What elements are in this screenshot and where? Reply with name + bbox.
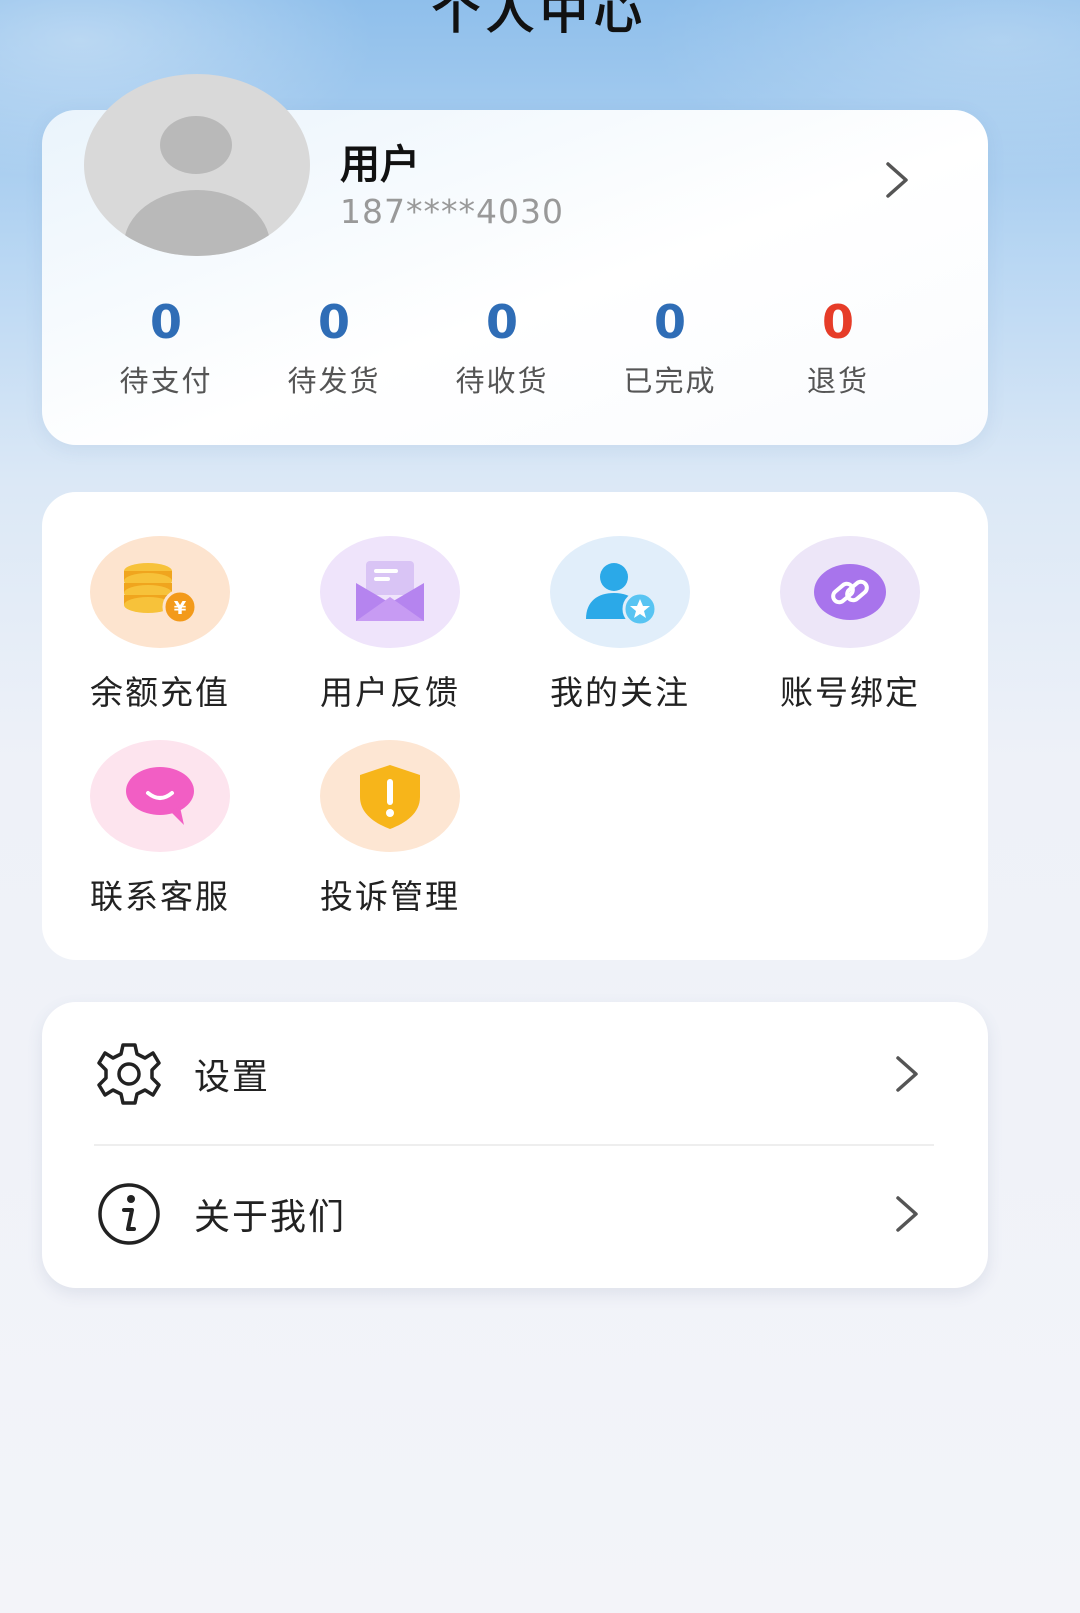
chevron-right-icon — [896, 1196, 918, 1232]
service-account-binding[interactable]: 账号绑定 — [770, 536, 930, 714]
link-icon — [780, 536, 920, 648]
stat-label: 待支付 — [119, 364, 213, 398]
stat-label: 待发货 — [287, 364, 381, 398]
service-label: 用户反馈 — [320, 673, 460, 712]
menu-item-label: 设置 — [194, 1057, 271, 1098]
stat-value: 0 — [821, 295, 854, 349]
stat-value: 0 — [149, 295, 182, 349]
page-title: 个人中心 — [431, 0, 648, 40]
service-following[interactable]: 我的关注 — [540, 536, 700, 714]
menu-divider — [94, 1144, 934, 1146]
svg-text:¥: ¥ — [174, 598, 187, 619]
service-customer-support[interactable]: 联系客服 — [80, 740, 240, 918]
chat-bubble-icon — [90, 740, 230, 852]
stat-pending-payment[interactable]: 0 待支付 — [82, 294, 250, 400]
menu-item-label: 关于我们 — [194, 1197, 347, 1238]
stat-completed[interactable]: 0 已完成 — [586, 294, 754, 400]
order-stats: 0 待支付 0 待发货 0 待收货 0 已完成 0 退货 — [82, 294, 922, 400]
stat-refund[interactable]: 0 退货 — [754, 294, 922, 400]
stat-value: 0 — [317, 295, 350, 349]
service-complaints[interactable]: 投诉管理 — [310, 740, 470, 918]
service-label: 投诉管理 — [320, 877, 460, 916]
user-name: 用户 — [340, 142, 420, 188]
stat-label: 待收货 — [455, 364, 549, 398]
service-label: 我的关注 — [550, 673, 690, 712]
services-card: ¥ 余额充值 用户反馈 我的关注 账号绑定 联系客服 投诉管理 — [42, 492, 988, 960]
profile-card[interactable]: 用户 187****4030 0 待支付 0 待发货 0 待收货 0 已完成 0… — [42, 74, 988, 445]
user-phone: 187****4030 — [340, 192, 564, 231]
stat-label: 退货 — [806, 364, 869, 398]
service-feedback[interactable]: 用户反馈 — [310, 536, 470, 714]
chevron-right-icon — [896, 1056, 918, 1092]
service-label: 余额充值 — [90, 673, 230, 712]
shield-alert-icon — [320, 740, 460, 852]
menu-card: 设置 关于我们 — [42, 1002, 988, 1288]
stat-value: 0 — [653, 295, 686, 349]
stat-value: 0 — [485, 295, 518, 349]
info-icon — [98, 1183, 160, 1245]
stat-pending-shipment[interactable]: 0 待发货 — [250, 294, 418, 400]
service-label: 账号绑定 — [780, 673, 920, 712]
menu-item-about-us[interactable]: 关于我们 — [42, 1148, 988, 1278]
avatar[interactable] — [84, 74, 310, 256]
coins-icon: ¥ — [90, 536, 230, 648]
envelope-icon — [320, 536, 460, 648]
menu-item-settings[interactable]: 设置 — [42, 1008, 988, 1138]
chevron-right-icon[interactable] — [880, 160, 914, 200]
service-recharge[interactable]: ¥ 余额充值 — [80, 536, 240, 714]
service-label: 联系客服 — [90, 877, 230, 916]
stat-label: 已完成 — [623, 364, 717, 398]
gear-icon — [97, 1043, 161, 1105]
user-star-icon — [550, 536, 690, 648]
stat-pending-receipt[interactable]: 0 待收货 — [418, 294, 586, 400]
